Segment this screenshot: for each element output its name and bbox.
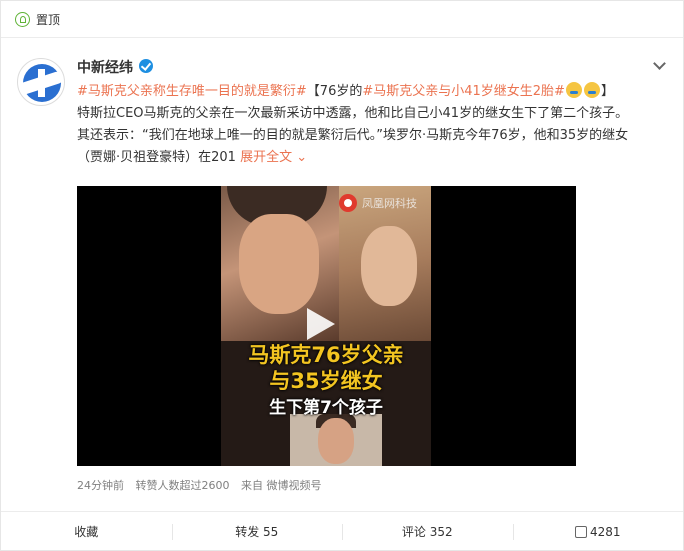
video-watermark: 凤凰网科技	[339, 194, 417, 212]
post-text: #马斯克父亲称生存唯一目的就是繁衍#【76岁的#马斯克父亲与小41岁继女生2胎#…	[77, 81, 677, 169]
post-line-4: （贾娜·贝祖登豪特）在201 展开全文 ⌄	[77, 147, 677, 169]
expand-full-text-link[interactable]: 展开全文	[240, 150, 292, 165]
emoji-icon	[565, 82, 582, 98]
favorite-label: 收藏	[74, 525, 99, 539]
post-time[interactable]: 24分钟前	[77, 479, 124, 492]
post-line-1: #马斯克父亲称生存唯一目的就是繁衍#【76岁的#马斯克父亲与小41岁继女生2胎#…	[77, 81, 677, 103]
pin-icon	[15, 11, 30, 27]
hashtag-2[interactable]: #马斯克父亲与小41岁继女生2胎#	[362, 84, 565, 99]
action-bar: 收藏 转发 55 评论 352 4281	[1, 511, 683, 551]
phoenix-logo-icon	[339, 194, 357, 212]
emoji-icon	[583, 82, 600, 98]
post-bracket-open: 【76岁的	[306, 84, 363, 99]
post-line-4-text: （贾娜·贝祖登豪特）在201	[77, 150, 236, 165]
comment-button[interactable]: 评论 352	[342, 512, 513, 551]
repost-button[interactable]: 转发 55	[171, 512, 343, 551]
like-button[interactable]: 4281	[512, 512, 684, 551]
pin-bar: 置顶	[1, 1, 683, 38]
repost-label: 转发 55	[235, 525, 279, 539]
video-caption-3: 生下第7个孩子	[269, 398, 383, 418]
chevron-down-icon[interactable]	[653, 59, 667, 73]
repost-count-text: 转赞人数超过2600	[135, 479, 230, 492]
post-meta: 24分钟前 转赞人数超过2600 来自 微博视频号	[77, 477, 330, 493]
verified-icon	[139, 59, 153, 73]
weibo-card: 置顶 中新经纬 #马斯克父亲称生存唯一目的就是繁衍#【76岁的#马斯克父亲与小4…	[0, 0, 684, 551]
video-player[interactable]: 凤凰网科技 马斯克76岁父亲 与35岁继女 生下第7个孩子	[77, 186, 576, 466]
author-name[interactable]: 中新经纬	[77, 57, 133, 77]
post-line-2: 特斯拉CEO马斯克的父亲在一次最新采访中透露，他和比自己小41岁的继女生下了第二…	[77, 106, 629, 121]
photo-musk-inset	[290, 414, 382, 466]
chevron-down-icon[interactable]: ⌄	[292, 150, 307, 165]
avatar[interactable]	[17, 58, 65, 106]
favorite-button[interactable]: 收藏	[1, 512, 172, 551]
comment-label: 评论 352	[401, 525, 453, 539]
video-caption-2: 与35岁继女	[269, 369, 383, 393]
hashtag-1[interactable]: #马斯克父亲称生存唯一目的就是繁衍#	[77, 84, 307, 99]
post-source[interactable]: 来自 微博视频号	[241, 479, 322, 492]
pin-label: 置顶	[36, 12, 61, 27]
post-bracket-close: 】	[600, 84, 614, 99]
like-count: 4281	[589, 524, 621, 539]
thumbs-up-icon	[574, 525, 587, 538]
watermark-text: 凤凰网科技	[362, 197, 417, 210]
play-icon[interactable]	[307, 308, 335, 340]
post-line-3: 其还表示：“我们在地球上唯一的目的就是繁衍后代。”埃罗尔·马斯克今年76岁，他和…	[77, 128, 629, 143]
